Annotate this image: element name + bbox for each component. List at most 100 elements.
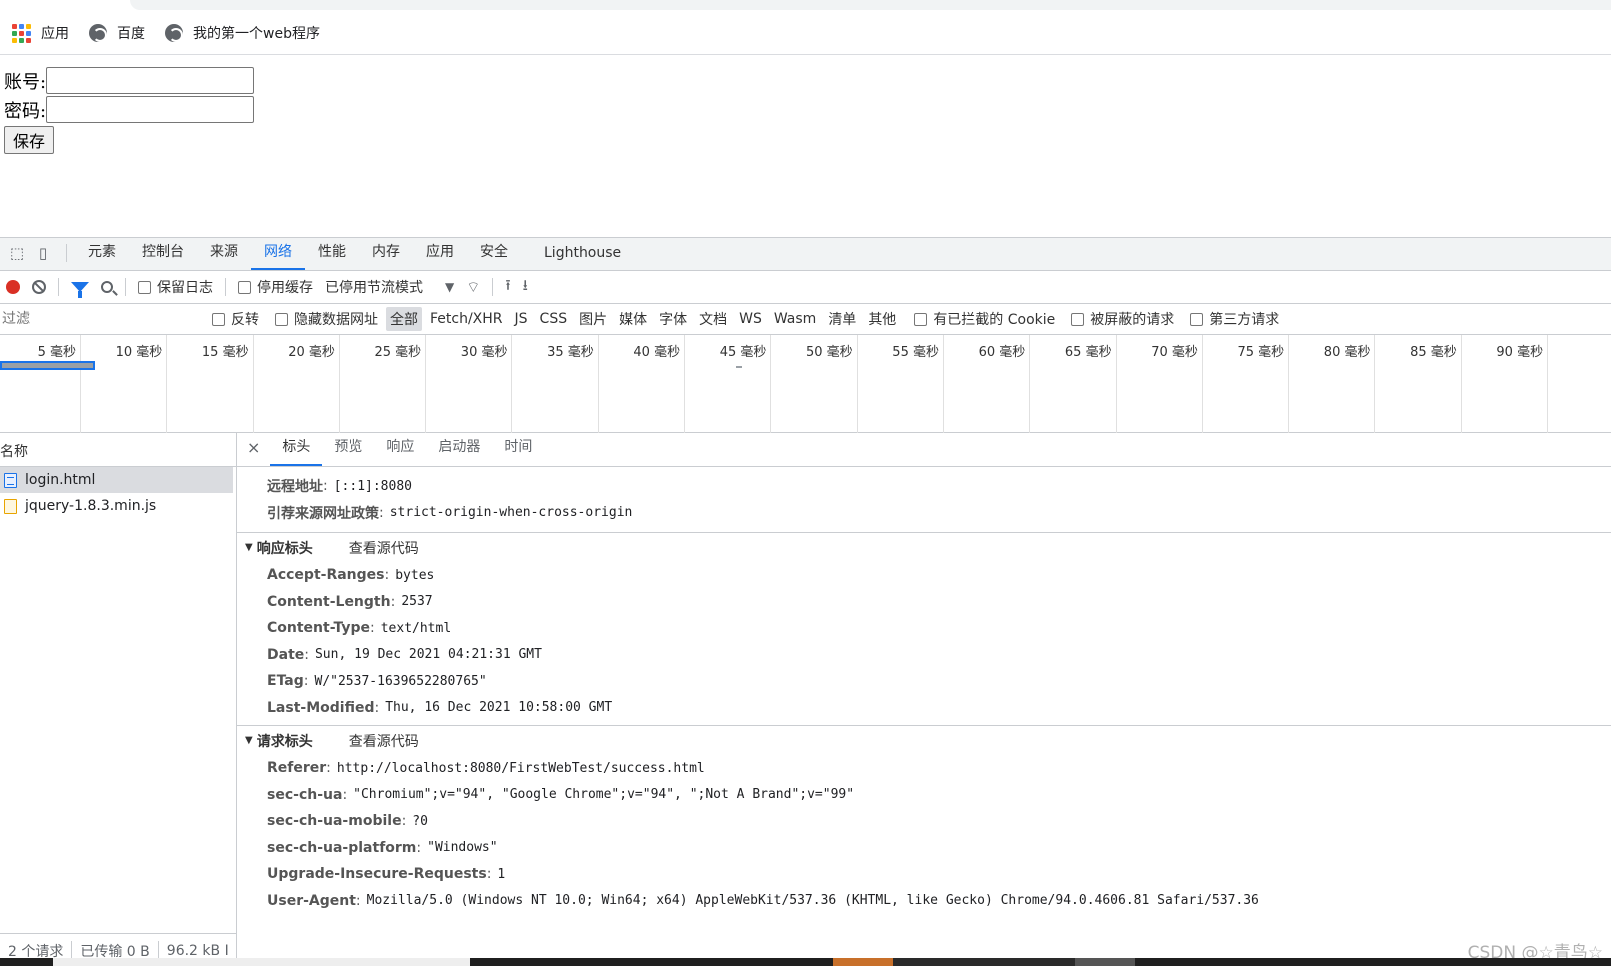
timeline-request-bar [0, 361, 95, 370]
devtools-tabbar: ⬚ ▯ 元素 控制台 来源 网络 性能 内存 应用 安全 Lighthouse [0, 238, 1611, 271]
timeline-tick: 10 毫秒 [81, 335, 168, 433]
header-key: Accept-Ranges [267, 567, 385, 584]
header-key: ETag [267, 673, 304, 690]
tab-performance[interactable]: 性能 [305, 241, 359, 270]
disable-cache-checkbox[interactable]: 停用缓存 [238, 277, 313, 297]
throttle-select[interactable]: 已停用节流模式 ▼ [325, 277, 454, 297]
blocked-requests-checkbox[interactable]: 被屏蔽的请求 [1071, 309, 1174, 329]
tab-network[interactable]: 网络 [251, 241, 305, 270]
device-toolbar-icon[interactable]: ▯ [34, 244, 52, 262]
header-row: 引荐来源网址政策: strict-origin-when-cross-origi… [267, 504, 633, 522]
filter-type-img[interactable]: 图片 [575, 307, 611, 331]
password-input[interactable] [46, 96, 255, 123]
header-value: Thu, 16 Dec 2021 10:58:00 GMT [385, 700, 613, 716]
filter-type-fetch-xhr[interactable]: Fetch/XHR [426, 309, 507, 329]
timeline-tick: 75 毫秒 [1203, 335, 1290, 433]
tab-response[interactable]: 响应 [374, 436, 426, 466]
bookmark-label: 百度 [117, 26, 145, 42]
header-value: 1 [497, 866, 506, 882]
preserve-log-checkbox[interactable]: 保留日志 [138, 277, 213, 297]
checkbox-box[interactable] [138, 280, 151, 294]
record-icon[interactable] [6, 280, 20, 294]
response-headers-title: 响应标头 [256, 540, 313, 557]
response-headers-section-header[interactable]: ▼ 响应标头 查看源代码 [237, 532, 1611, 562]
bookmark-apps[interactable]: 应用 [12, 23, 69, 43]
save-button[interactable]: 保存 [4, 126, 55, 154]
tab-sources[interactable]: 来源 [197, 241, 251, 270]
view-source-link[interactable]: 查看源代码 [349, 731, 419, 751]
close-icon[interactable]: × [237, 438, 270, 466]
filter-type-media[interactable]: 媒体 [615, 307, 651, 331]
checkbox-box[interactable] [914, 312, 928, 326]
inspect-element-icon[interactable]: ⬚ [8, 244, 26, 262]
network-overview-timeline[interactable]: 5 毫秒 10 毫秒 15 毫秒 20 毫秒 25 毫秒 30 毫秒 35 毫秒 40 毫秒 4… [0, 335, 1611, 433]
toolbar-divider [225, 278, 226, 296]
bookmark-first-web-app[interactable]: 我的第一个web程序 [165, 23, 320, 43]
header-value: bytes [395, 567, 435, 583]
apps-grid-icon [12, 23, 31, 43]
filter-type-font[interactable]: 字体 [655, 307, 691, 331]
request-detail-panel: × 标头 预览 响应 启动器 时间 远程地址: [::1]:8080 引荐来源网… [237, 433, 1611, 966]
request-row[interactable]: login.html [0, 467, 233, 493]
import-har-icon[interactable]: ⭱ [505, 275, 510, 300]
filter-type-ws[interactable]: WS [735, 309, 766, 329]
tab-initiator[interactable]: 启动器 [426, 436, 492, 466]
request-list-header[interactable]: 名称 [0, 433, 236, 467]
filter-type-wasm[interactable]: Wasm [770, 309, 820, 329]
header-row: Content-Length:2537 [267, 593, 433, 610]
filter-input[interactable] [0, 308, 196, 330]
request-row[interactable]: jquery-1.8.3.min.js [0, 493, 236, 519]
header-row: Upgrade-Insecure-Requests:1 [267, 866, 506, 883]
tab-elements[interactable]: 元素 [75, 241, 129, 270]
tab-security[interactable]: 安全 [467, 241, 521, 270]
bookmarks-bar: 应用 百度 我的第一个web程序 [0, 14, 1611, 52]
checkbox-box[interactable] [1190, 312, 1204, 326]
header-key: User-Agent [267, 892, 356, 909]
filter-type-css[interactable]: CSS [536, 309, 572, 329]
search-icon[interactable] [101, 281, 113, 293]
view-source-link[interactable]: 查看源代码 [349, 538, 419, 558]
tab-preview[interactable]: 预览 [322, 436, 374, 466]
export-har-icon[interactable]: ⭳ [523, 275, 528, 300]
tab-console[interactable]: 控制台 [129, 241, 197, 270]
timeline-tick: 55 毫秒 [858, 335, 944, 433]
clear-icon[interactable] [32, 280, 46, 294]
tab-lighthouse[interactable]: Lighthouse [531, 245, 634, 270]
hide-data-urls-label: 隐藏数据网址 [294, 312, 378, 328]
request-headers-section-header[interactable]: ▼ 请求标头 查看源代码 [237, 725, 1611, 755]
blocked-cookies-checkbox[interactable]: 有已拦截的 Cookie [914, 309, 1055, 329]
timeline-tick: 85 毫秒 [1376, 335, 1462, 433]
header-value: 2537 [401, 594, 433, 610]
checkbox-box[interactable] [238, 280, 251, 294]
tab-memory[interactable]: 内存 [359, 241, 413, 270]
invert-checkbox[interactable]: 反转 [212, 309, 259, 329]
network-conditions-icon[interactable]: ⌔ [466, 278, 480, 297]
filter-type-doc[interactable]: 文档 [695, 307, 731, 331]
resource-size: 96.2 kB I [166, 942, 229, 959]
header-row: sec-ch-ua: "Chromium";v="94", "Google Chr… [267, 786, 855, 803]
filter-type-js[interactable]: JS [511, 309, 532, 329]
filter-type-other[interactable]: 其他 [864, 307, 900, 331]
filter-type-all[interactable]: 全部 [386, 307, 422, 331]
bookmark-baidu[interactable]: 百度 [89, 23, 145, 43]
third-party-checkbox[interactable]: 第三方请求 [1190, 309, 1279, 329]
checkbox-box[interactable] [275, 312, 288, 326]
filter-icon[interactable] [71, 282, 89, 298]
timeline-marker [736, 366, 742, 368]
checkbox-box[interactable] [212, 312, 225, 326]
timeline-tick: 50 毫秒 [771, 335, 858, 433]
globe-icon [165, 24, 183, 42]
invert-label: 反转 [231, 312, 259, 328]
tab-timing[interactable]: 时间 [492, 436, 544, 466]
hide-data-urls-checkbox[interactable]: 隐藏数据网址 [275, 309, 378, 329]
account-input[interactable] [46, 67, 255, 94]
filter-type-manifest[interactable]: 清单 [824, 307, 860, 331]
tab-application[interactable]: 应用 [413, 241, 467, 270]
checkbox-box[interactable] [1071, 312, 1085, 326]
preserve-log-label: 保留日志 [157, 280, 213, 296]
header-row: Referer: http://localhost:8080/FirstWebTe… [267, 760, 705, 777]
header-row: User-Agent: Mozilla/5.0 (Windows NT 10.0;… [267, 892, 1259, 909]
request-name: login.html [25, 472, 96, 488]
header-row: Date: Sun, 19 Dec 2021 04:21:31 GMT [267, 646, 542, 663]
tab-headers[interactable]: 标头 [270, 436, 323, 466]
